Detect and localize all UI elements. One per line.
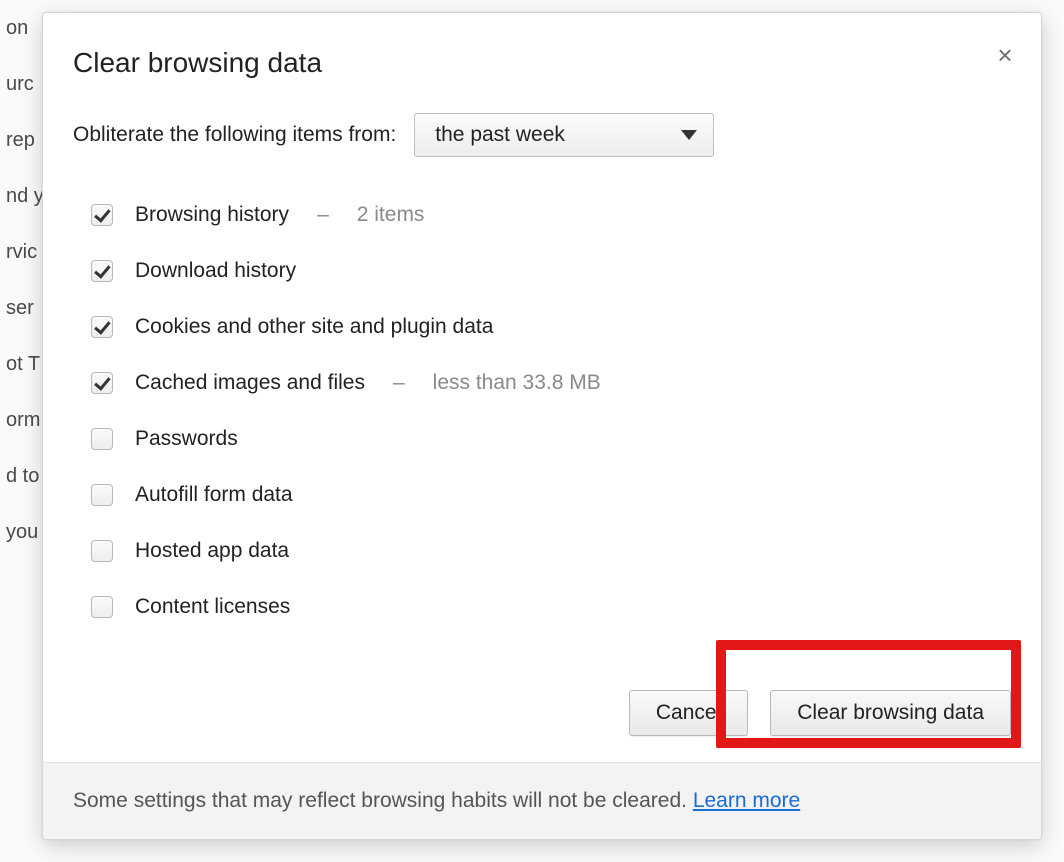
time-range-label: Obliterate the following items from: [73, 123, 396, 147]
checkbox-cache[interactable] [91, 372, 113, 394]
checkbox-download-history[interactable] [91, 260, 113, 282]
option-label: Download history [135, 259, 296, 283]
checkbox-content-licenses[interactable] [91, 596, 113, 618]
dialog-buttons: Cancel Clear browsing data [43, 658, 1041, 762]
time-range-select[interactable]: the past week [414, 113, 714, 157]
option-separator: – [387, 371, 411, 395]
dialog-title: Clear browsing data [73, 47, 1011, 79]
option-label: Passwords [135, 427, 238, 451]
option-label: Content licenses [135, 595, 290, 619]
option-detail: 2 items [357, 203, 425, 227]
option-label: Hosted app data [135, 539, 289, 563]
option-row-cookies: Cookies and other site and plugin data [91, 299, 1011, 355]
option-detail: less than 33.8 MB [433, 371, 601, 395]
option-label: Autofill form data [135, 483, 293, 507]
option-row-content-licenses: Content licenses [91, 579, 1011, 635]
option-row-hosted-app: Hosted app data [91, 523, 1011, 579]
checkbox-autofill[interactable] [91, 484, 113, 506]
clear-browsing-data-button[interactable]: Clear browsing data [770, 690, 1011, 736]
option-row-cache: Cached images and files–less than 33.8 M… [91, 355, 1011, 411]
option-row-autofill: Autofill form data [91, 467, 1011, 523]
close-icon: × [997, 40, 1012, 70]
checkbox-browsing-history[interactable] [91, 204, 113, 226]
dialog-body: Clear browsing data Obliterate the follo… [43, 13, 1041, 658]
time-range-row: Obliterate the following items from: the… [73, 113, 1011, 157]
checkbox-hosted-app[interactable] [91, 540, 113, 562]
option-label: Cached images and files [135, 371, 365, 395]
time-range-value: the past week [435, 123, 565, 147]
option-label: Browsing history [135, 203, 289, 227]
close-button[interactable]: × [991, 41, 1019, 69]
cancel-button[interactable]: Cancel [629, 690, 748, 736]
option-label: Cookies and other site and plugin data [135, 315, 493, 339]
option-row-download-history: Download history [91, 243, 1011, 299]
footer-text: Some settings that may reflect browsing … [73, 789, 693, 812]
option-row-browsing-history: Browsing history–2 items [91, 187, 1011, 243]
checkbox-cookies[interactable] [91, 316, 113, 338]
chevron-down-icon [681, 130, 697, 140]
clear-browsing-data-dialog: × Clear browsing data Obliterate the fol… [42, 12, 1042, 840]
learn-more-link[interactable]: Learn more [693, 789, 800, 812]
option-separator: – [311, 203, 335, 227]
options-list: Browsing history–2 itemsDownload history… [73, 187, 1011, 635]
option-row-passwords: Passwords [91, 411, 1011, 467]
checkbox-passwords[interactable] [91, 428, 113, 450]
dialog-footer: Some settings that may reflect browsing … [43, 762, 1041, 839]
